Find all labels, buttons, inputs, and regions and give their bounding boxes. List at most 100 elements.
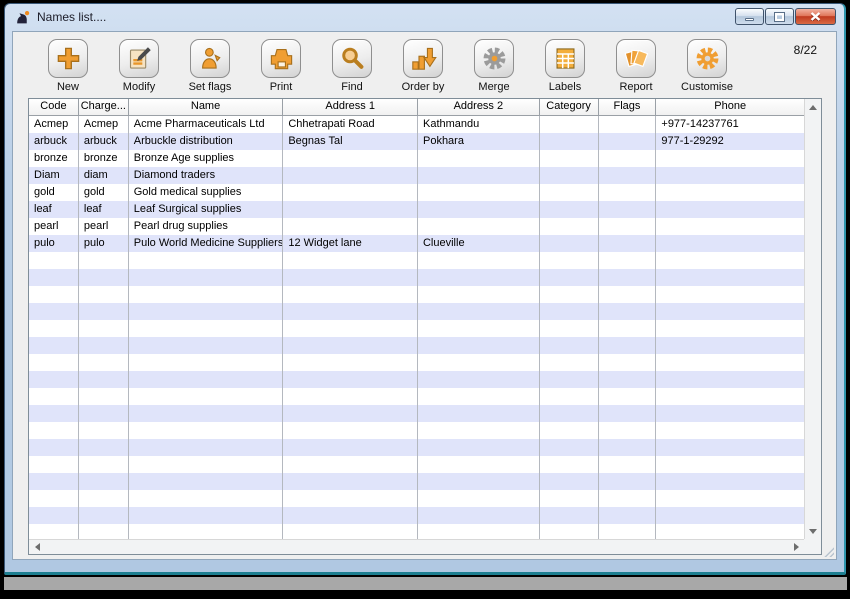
table-row-empty[interactable]: [29, 388, 804, 405]
table-cell: gold: [79, 184, 129, 201]
table-row-empty[interactable]: [29, 320, 804, 337]
column-header-flags[interactable]: Flags: [599, 99, 657, 115]
column-header-charge[interactable]: Charge...: [79, 99, 129, 115]
table-cell: [599, 286, 657, 303]
column-header-name[interactable]: Name: [129, 99, 284, 115]
table-cell: [599, 422, 657, 439]
table-cell: [540, 269, 599, 286]
table-cell: [540, 439, 599, 456]
table-cell: diam: [79, 167, 129, 184]
maximize-button[interactable]: [765, 8, 794, 25]
table-row[interactable]: pulopuloPulo World Medicine Suppliers12 …: [29, 235, 804, 252]
window-content: 8/22 New Modify Set flags: [12, 31, 837, 560]
table-cell: 977-1-29292: [656, 133, 804, 150]
scroll-left-button[interactable]: [29, 540, 45, 553]
table-row[interactable]: arbuckarbuckArbuckle distributionBegnas …: [29, 133, 804, 150]
table-row-empty[interactable]: [29, 422, 804, 439]
table-cell: gold: [29, 184, 79, 201]
table-cell: [283, 337, 418, 354]
report-button[interactable]: Report: [602, 39, 670, 93]
table-row[interactable]: goldgoldGold medical supplies: [29, 184, 804, 201]
table-cell: [29, 490, 79, 507]
column-header-phone[interactable]: Phone: [656, 99, 804, 115]
table-cell: Clueville: [418, 235, 540, 252]
table-row-empty[interactable]: [29, 354, 804, 371]
scroll-right-button[interactable]: [788, 540, 804, 553]
labels-button[interactable]: Labels: [531, 39, 599, 93]
table-cell: [599, 439, 657, 456]
scroll-up-button[interactable]: [805, 99, 821, 115]
table-row-empty[interactable]: [29, 337, 804, 354]
modify-label: Modify: [123, 81, 155, 93]
table-cell: [79, 303, 129, 320]
table-row-empty[interactable]: [29, 439, 804, 456]
close-icon: [810, 12, 821, 21]
table-cell: [599, 133, 657, 150]
new-button[interactable]: New: [34, 39, 102, 93]
table-cell: [656, 201, 804, 218]
table-cell: [656, 320, 804, 337]
table-cell: Acmep: [79, 116, 129, 133]
table-cell: [656, 490, 804, 507]
table-row-empty[interactable]: [29, 286, 804, 303]
table-row-empty[interactable]: [29, 473, 804, 490]
table-row[interactable]: leafleafLeaf Surgical supplies: [29, 201, 804, 218]
table-row-empty[interactable]: [29, 507, 804, 524]
table-cell: [540, 286, 599, 303]
column-header-category[interactable]: Category: [540, 99, 599, 115]
column-header-code[interactable]: Code: [29, 99, 79, 115]
table-cell: [29, 354, 79, 371]
table-cell: [283, 371, 418, 388]
horizontal-scrollbar[interactable]: [29, 539, 804, 554]
gear-orange-icon: [694, 45, 721, 72]
table-cell: [599, 507, 657, 524]
table-cell: Acmep: [29, 116, 79, 133]
table-row-empty[interactable]: [29, 456, 804, 473]
find-label: Find: [341, 81, 362, 93]
table-row-empty[interactable]: [29, 269, 804, 286]
print-button[interactable]: Print: [247, 39, 315, 93]
set-flags-button[interactable]: Set flags: [176, 39, 244, 93]
scroll-down-button[interactable]: [805, 523, 821, 539]
table-row[interactable]: AcmepAcmepAcme Pharmaceuticals LtdChhetr…: [29, 116, 804, 133]
close-button[interactable]: [795, 8, 836, 25]
table-row[interactable]: DiamdiamDiamond traders: [29, 167, 804, 184]
titlebar[interactable]: Names list....: [5, 4, 844, 30]
table-row-empty[interactable]: [29, 371, 804, 388]
table-row-empty[interactable]: [29, 252, 804, 269]
table-cell: [656, 388, 804, 405]
table-cell: [540, 252, 599, 269]
table-cell: [599, 405, 657, 422]
table-cell: [599, 150, 657, 167]
table-cell: Diam: [29, 167, 79, 184]
modify-button[interactable]: Modify: [105, 39, 173, 93]
customise-label: Customise: [681, 81, 733, 93]
order-by-button[interactable]: Order by: [389, 39, 457, 93]
table-cell: [283, 422, 418, 439]
table-cell: Acme Pharmaceuticals Ltd: [129, 116, 284, 133]
column-header-address-1[interactable]: Address 1: [283, 99, 418, 115]
table-cell: [79, 422, 129, 439]
customise-button[interactable]: Customise: [673, 39, 741, 93]
table-cell: [29, 473, 79, 490]
minimize-button[interactable]: [735, 8, 764, 25]
table-row-empty[interactable]: [29, 490, 804, 507]
table-row[interactable]: pearlpearlPearl drug supplies: [29, 218, 804, 235]
table-cell: [540, 371, 599, 388]
find-button[interactable]: Find: [318, 39, 386, 93]
table-cell: [79, 405, 129, 422]
table-cell: [656, 286, 804, 303]
merge-button[interactable]: Merge: [460, 39, 528, 93]
table-row-empty[interactable]: [29, 303, 804, 320]
vertical-scrollbar[interactable]: [804, 99, 821, 539]
table-cell: [29, 456, 79, 473]
table-cell: [79, 354, 129, 371]
resize-grip[interactable]: [824, 547, 834, 557]
table-cell: [418, 286, 540, 303]
table-cell: Gold medical supplies: [129, 184, 284, 201]
column-header-address-2[interactable]: Address 2: [418, 99, 540, 115]
table-cell: [129, 473, 284, 490]
table-cell: arbuck: [29, 133, 79, 150]
table-row[interactable]: bronzebronzeBronze Age supplies: [29, 150, 804, 167]
table-row-empty[interactable]: [29, 405, 804, 422]
